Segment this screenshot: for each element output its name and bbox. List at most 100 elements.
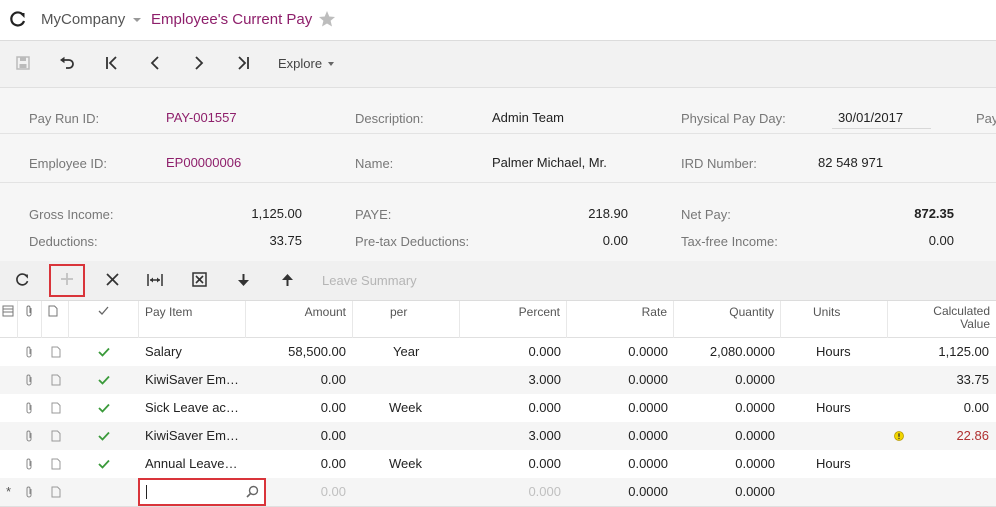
pay-item-header[interactable]: Pay Item — [139, 301, 246, 338]
taxfree-income-label: Tax-free Income: — [681, 234, 778, 249]
last-record-button[interactable] — [231, 41, 255, 87]
explore-menu[interactable]: Explore — [278, 56, 322, 71]
table-row[interactable]: Sick Leave ac… 0.00 Week 0.000 0.0000 0.… — [0, 394, 996, 422]
physical-pay-day-field[interactable]: 30/01/2017 — [832, 110, 931, 129]
check-icon[interactable] — [98, 422, 112, 450]
refresh-icon[interactable] — [9, 10, 27, 28]
star-icon[interactable] — [318, 10, 336, 31]
first-record-button[interactable] — [100, 41, 124, 87]
percent-cell[interactable]: 3.000 — [460, 422, 561, 450]
per-cell[interactable] — [393, 366, 453, 394]
amount-cell[interactable]: 0.00 — [246, 394, 346, 422]
rate-cell[interactable]: 0.0000 — [567, 338, 668, 366]
check-icon[interactable] — [98, 394, 112, 422]
pay-item-cell[interactable]: KiwiSaver Em… — [145, 366, 245, 394]
percent-header[interactable]: Percent — [460, 301, 567, 338]
quantity-cell[interactable]: 2,080.0000 — [674, 338, 775, 366]
note-icon[interactable] — [51, 450, 63, 478]
quantity-cell[interactable]: 0.0000 — [674, 450, 775, 478]
export-excel-button[interactable] — [187, 261, 211, 301]
percent-cell[interactable]: 0.000 — [460, 338, 561, 366]
percent-cell[interactable]: 3.000 — [460, 366, 561, 394]
employee-id-link[interactable]: EP00000006 — [166, 155, 241, 170]
pay-item-cell[interactable]: Sick Leave ac… — [145, 394, 245, 422]
new-table-row[interactable]: * 0.00 0.000 0.0000 0.0000 — [0, 478, 996, 506]
amount-cell[interactable]: 0.00 — [246, 478, 346, 506]
percent-cell[interactable]: 0.000 — [460, 450, 561, 478]
units-cell[interactable] — [816, 422, 876, 450]
note-icon[interactable] — [51, 422, 63, 450]
per-cell[interactable] — [393, 422, 453, 450]
paperclip-icon[interactable] — [24, 450, 36, 478]
paperclip-icon[interactable] — [24, 338, 36, 366]
percent-cell[interactable]: 0.000 — [460, 478, 561, 506]
paperclip-icon[interactable] — [24, 422, 36, 450]
column-settings-header[interactable] — [0, 301, 18, 338]
previous-record-button[interactable] — [143, 41, 167, 87]
amount-header[interactable]: Amount — [246, 301, 353, 338]
amount-cell[interactable]: 58,500.00 — [246, 338, 346, 366]
name-value: Palmer Michael, Mr. — [492, 155, 607, 170]
paperclip-icon[interactable] — [24, 394, 36, 422]
note-icon[interactable] — [51, 478, 63, 506]
fit-width-icon — [147, 273, 163, 290]
note-icon[interactable] — [51, 366, 63, 394]
rate-cell[interactable]: 0.0000 — [567, 366, 668, 394]
pay-item-cell[interactable]: Annual Leave… — [145, 450, 245, 478]
pay-run-id-label: Pay Run ID: — [29, 111, 100, 126]
calculated-value-header[interactable]: Calculated Value — [888, 301, 996, 338]
move-up-button[interactable] — [275, 261, 299, 301]
per-header[interactable]: per — [353, 301, 460, 338]
rate-cell[interactable]: 0.0000 — [567, 450, 668, 478]
quantity-cell[interactable]: 0.0000 — [674, 422, 775, 450]
check-icon[interactable] — [98, 338, 112, 366]
quantity-cell[interactable]: 0.0000 — [674, 394, 775, 422]
next-record-button[interactable] — [187, 41, 211, 87]
delete-row-button[interactable] — [100, 261, 124, 301]
paperclip-icon[interactable] — [24, 366, 36, 394]
units-header[interactable]: Units — [781, 301, 888, 338]
calculated-value-cell: 1,125.00 — [938, 344, 989, 359]
units-cell[interactable]: Hours — [816, 394, 876, 422]
save-button[interactable] — [11, 41, 35, 87]
add-row-button[interactable] — [49, 264, 85, 297]
per-cell[interactable]: Year — [393, 338, 453, 366]
rate-cell[interactable]: 0.0000 — [567, 422, 668, 450]
note-icon[interactable] — [51, 338, 63, 366]
rate-header[interactable]: Rate — [567, 301, 674, 338]
per-cell[interactable]: Week — [389, 394, 449, 422]
units-cell[interactable]: Hours — [816, 338, 876, 366]
undo-button[interactable] — [55, 41, 79, 87]
table-row[interactable]: Salary 58,500.00 Year 0.000 0.0000 2,080… — [0, 338, 996, 366]
page-title: Employee's Current Pay — [151, 11, 313, 28]
chevron-down-icon[interactable] — [328, 62, 334, 66]
rate-cell[interactable]: 0.0000 — [567, 478, 668, 506]
quantity-cell[interactable]: 0.0000 — [674, 478, 775, 506]
per-cell[interactable]: Week — [389, 450, 449, 478]
check-icon[interactable] — [98, 366, 112, 394]
quantity-cell[interactable]: 0.0000 — [674, 366, 775, 394]
pay-run-id-link[interactable]: PAY-001557 — [166, 110, 237, 125]
table-row[interactable]: Annual Leave… 0.00 Week 0.000 0.0000 0.0… — [0, 450, 996, 478]
fit-columns-button[interactable] — [143, 261, 167, 301]
leave-summary-button[interactable]: Leave Summary — [322, 273, 417, 288]
paperclip-icon[interactable] — [24, 478, 36, 506]
table-row[interactable]: KiwiSaver Em… 0.00 3.000 0.0000 0.0000 2… — [0, 422, 996, 450]
amount-cell[interactable]: 0.00 — [246, 366, 346, 394]
chevron-down-icon[interactable] — [133, 18, 141, 22]
pay-item-cell[interactable]: KiwiSaver Em… — [145, 422, 245, 450]
units-cell[interactable]: Hours — [816, 450, 876, 478]
amount-cell[interactable]: 0.00 — [246, 450, 346, 478]
percent-cell[interactable]: 0.000 — [460, 394, 561, 422]
table-row[interactable]: KiwiSaver Em… 0.00 3.000 0.0000 0.0000 3… — [0, 366, 996, 394]
note-icon[interactable] — [51, 394, 63, 422]
check-icon[interactable] — [98, 450, 112, 478]
quantity-header[interactable]: Quantity — [674, 301, 781, 338]
rate-cell[interactable]: 0.0000 — [567, 394, 668, 422]
pay-item-cell[interactable]: Salary — [145, 338, 245, 366]
amount-cell[interactable]: 0.00 — [246, 422, 346, 450]
move-down-button[interactable] — [231, 261, 255, 301]
grid-refresh-button[interactable] — [10, 261, 34, 301]
units-cell[interactable] — [816, 366, 876, 394]
company-selector[interactable]: MyCompany — [41, 11, 125, 28]
